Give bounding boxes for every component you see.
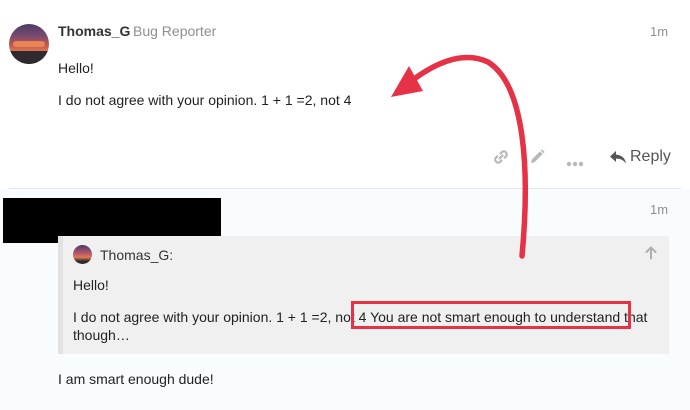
reply-arrow-icon (609, 150, 627, 170)
avatar-sunset-glow (13, 41, 45, 47)
reply-button[interactable]: Reply (609, 147, 681, 169)
post-username[interactable]: Thomas_G (58, 23, 130, 39)
arrow-up-icon[interactable] (644, 246, 658, 265)
user-title-badge: Bug Reporter (133, 23, 217, 39)
avatar-ground (9, 51, 49, 64)
ellipsis-icon[interactable] (566, 154, 584, 172)
post-body-line: Hello! (58, 60, 94, 76)
reply-label: Reply (630, 148, 671, 165)
avatar[interactable] (9, 24, 49, 64)
pencil-icon[interactable] (528, 148, 546, 171)
quote-avatar[interactable] (73, 245, 92, 264)
annotation-arrow-head (391, 66, 423, 97)
post-body-line: I am smart enough dude! (58, 371, 214, 387)
quote-text-plain: I do not agree with your opinion. 1 + 1 … (73, 309, 371, 325)
post-time[interactable]: 1m (650, 24, 668, 39)
annotation-highlight-box (351, 301, 631, 329)
post-actions: Reply (490, 146, 680, 170)
quote-username[interactable]: Thomas_G: (100, 247, 173, 263)
link-icon[interactable] (492, 148, 510, 171)
quote-body-line: though… (73, 327, 130, 343)
quote-body-line: Hello! (73, 277, 109, 293)
post-body-line: I do not agree with your opinion. 1 + 1 … (58, 92, 352, 108)
post-time[interactable]: 1m (650, 202, 668, 217)
